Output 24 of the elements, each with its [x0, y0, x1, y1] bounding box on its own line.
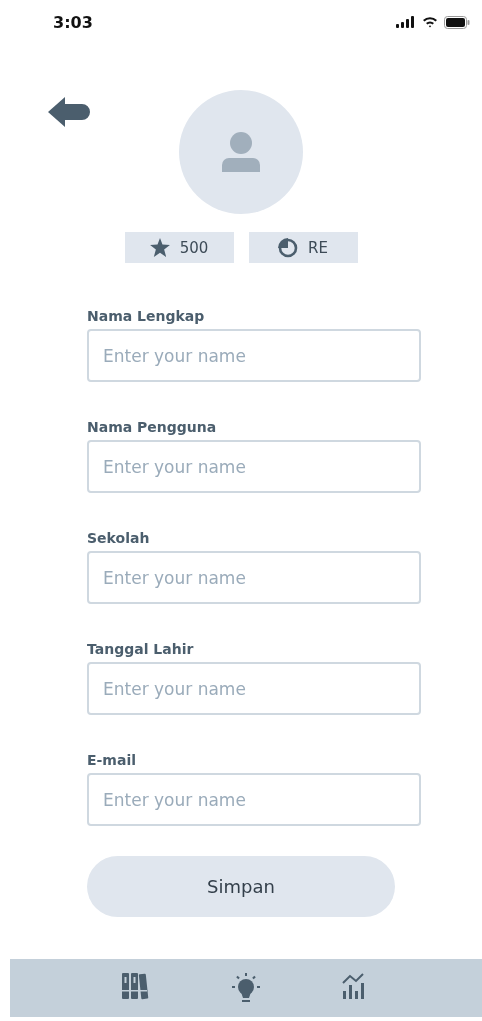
lightbulb-icon	[232, 973, 260, 1003]
field-label: Nama Lengkap	[87, 307, 206, 325]
status-time: 3:03	[53, 12, 93, 32]
input-field[interactable]: Enter your name	[87, 773, 421, 826]
nav-button[interactable]	[232, 973, 260, 1003]
field-label: Tanggal Lahir	[87, 640, 195, 658]
field-label: E-mail	[87, 751, 137, 769]
points-badge: 500	[124, 232, 234, 263]
reset-icon	[278, 237, 299, 258]
star-icon	[149, 238, 170, 257]
input-field[interactable]: Enter your name	[87, 329, 421, 382]
signal-icon	[396, 16, 416, 28]
battery-icon	[444, 15, 470, 29]
input-field[interactable]: Enter your name	[87, 440, 421, 493]
person-icon	[222, 132, 260, 172]
back-button[interactable]	[48, 96, 90, 128]
wifi-icon	[422, 16, 438, 28]
input-field[interactable]: Enter your name	[87, 551, 421, 604]
reset-button[interactable]: RE	[248, 232, 358, 263]
field-label: Nama Pengguna	[87, 418, 218, 436]
back-arrow-icon	[48, 96, 90, 128]
input-field[interactable]: Enter your name	[87, 662, 421, 715]
field-label: Sekolah	[87, 529, 151, 547]
save-button[interactable]: Simpan	[87, 856, 395, 917]
